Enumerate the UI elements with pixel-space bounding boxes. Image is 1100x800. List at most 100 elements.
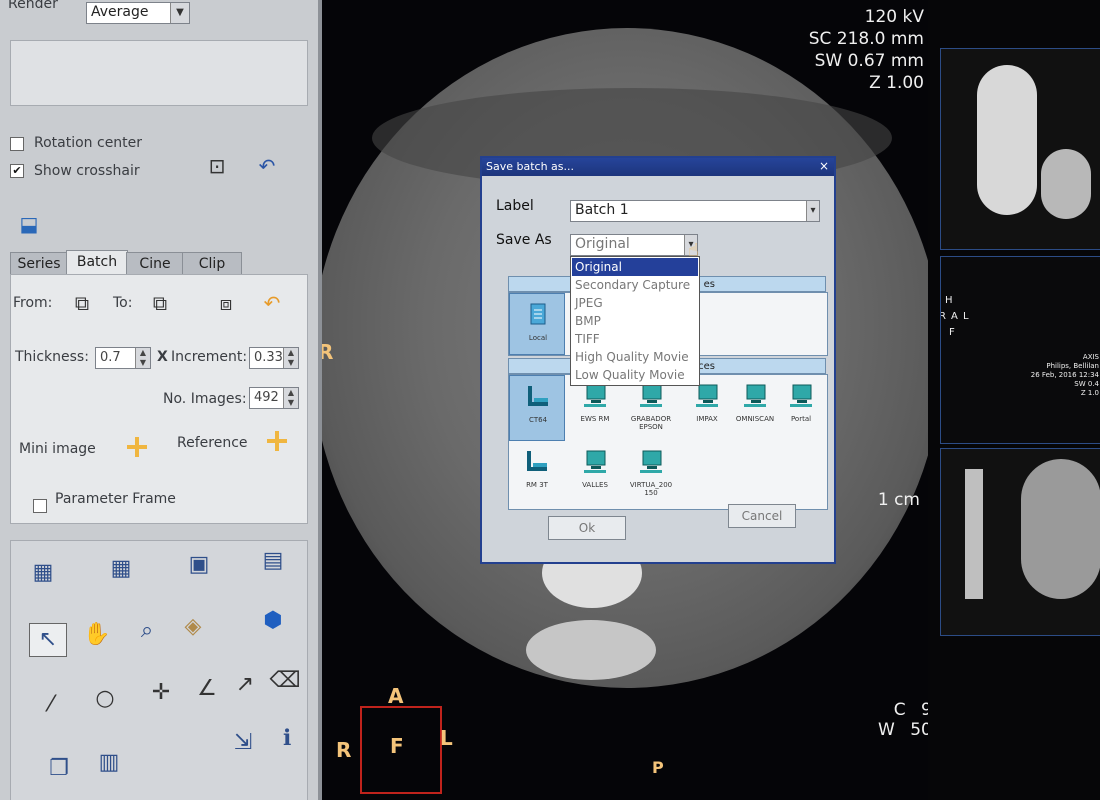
save-as-label: Save As <box>496 232 552 248</box>
overlay-top-right: 120 kV SC 218.0 mm SW 0.67 mm Z 1.00 <box>809 6 924 94</box>
stepper-arrows-icon[interactable]: ▲ ▼ <box>283 348 298 368</box>
show-crosshair-checkbox[interactable]: ✔ <box>10 164 24 178</box>
tool-palette: ▦ ▦ ▣ ▤ ↖ ✋ ⌕ ◈ ⬢ ⁄ ○ ✛ ∠ ↗ ⌫ ❐ ▥ ⇲ ℹ <box>10 540 308 800</box>
to-label: To: <box>113 295 133 311</box>
wl-w-label: W <box>878 720 895 740</box>
stepper-arrows-icon[interactable]: ▲ ▼ <box>135 348 150 368</box>
no-images-stepper[interactable]: 492 ▲ ▼ <box>249 387 299 409</box>
orientation-cube[interactable]: F <box>360 706 442 794</box>
workstation-icon <box>640 450 662 473</box>
workstation-icon <box>584 384 606 407</box>
tab-clip[interactable]: Clip <box>182 252 242 275</box>
thumbnail-coronal[interactable] <box>940 448 1100 636</box>
option-high-quality-movie[interactable]: High Quality Movie <box>572 348 698 366</box>
window-level-readout: C 90 W 500 <box>878 700 928 740</box>
capture-icon[interactable]: ▣ <box>181 549 217 581</box>
save-series-icon[interactable]: ▦ <box>25 557 61 589</box>
right-thumbnail-column: H R A L F AXIS Philips, Bellilan 26 Feb,… <box>928 0 1100 800</box>
times-symbol: X <box>157 349 168 365</box>
layers-icon[interactable]: ❐ <box>41 753 77 785</box>
node-label: RM 3T <box>526 481 548 489</box>
cancel-button[interactable]: Cancel <box>728 504 796 528</box>
print-icon[interactable]: ▤ <box>255 545 291 577</box>
aorta-shape <box>1021 459 1100 599</box>
batch-tab-panel: From: ⧉ To: ⧉ ⧈ ↶ Thickness: 0.7 ▲ ▼ X In… <box>10 274 308 524</box>
remote-header-text: ces <box>698 361 715 372</box>
crosshair-icon[interactable]: ✛ <box>143 677 179 709</box>
node-virtua[interactable]: VIRTUA_200 150 <box>623 441 679 507</box>
node-local[interactable]: Local <box>509 293 565 355</box>
node-label: CT64 <box>528 416 548 424</box>
chevron-down-icon: ▾ <box>806 201 819 221</box>
render-select-value: Average <box>91 4 149 20</box>
angle-icon[interactable]: ∠ <box>189 673 225 705</box>
add-reference-icon[interactable] <box>265 429 289 453</box>
reset-view-icon[interactable]: ↶ <box>254 154 280 178</box>
option-low-quality-movie[interactable]: Low Quality Movie <box>572 366 698 384</box>
eraser-icon[interactable]: ⬓ <box>16 212 42 236</box>
tab-cine[interactable]: Cine <box>126 252 184 275</box>
info-icon[interactable]: ℹ <box>269 723 305 755</box>
tab-batch-label: Batch <box>76 254 118 270</box>
from-label: From: <box>13 295 53 311</box>
slab-range-icon[interactable]: ⧈ <box>213 291 239 315</box>
rotation-center-checkbox[interactable] <box>10 137 24 151</box>
thumbnail-axial-orientation[interactable]: H R A L F AXIS Philips, Bellilan 26 Feb,… <box>940 256 1100 444</box>
save-as-select[interactable]: Original ▾ <box>570 234 698 256</box>
local-header-text: es <box>703 279 715 290</box>
export-icon[interactable]: ⇲ <box>225 727 261 759</box>
to-slice-icon[interactable]: ⧉ <box>147 291 173 315</box>
dialog-titlebar[interactable]: Save batch as... × <box>482 158 834 176</box>
pan-hand-icon[interactable]: ✋ <box>79 619 115 651</box>
node-rm-3t[interactable]: RM 3T <box>509 441 565 507</box>
rotate-3d-icon[interactable]: ⬢ <box>255 605 291 637</box>
wl-w-value: 500 <box>910 720 928 740</box>
close-icon[interactable]: × <box>817 159 831 173</box>
node-portal[interactable]: Portal <box>773 375 829 441</box>
chevron-down-icon: ▼ <box>170 3 189 23</box>
undo-arrow-icon[interactable]: ↶ <box>259 291 285 315</box>
stack-icon[interactable]: ▥ <box>91 747 127 779</box>
scale-label: 1 cm <box>877 490 920 510</box>
node-valles[interactable]: VALLES <box>567 441 623 507</box>
option-tiff[interactable]: TIFF <box>572 330 698 348</box>
wl-c-value: 90 <box>921 700 928 720</box>
stepper-arrows-icon[interactable]: ▲ ▼ <box>283 388 298 408</box>
option-jpeg[interactable]: JPEG <box>572 294 698 312</box>
ruler-line-icon[interactable]: ⁄ <box>33 689 69 721</box>
thumb-info-line: Philips, Bellilan <box>1046 362 1099 370</box>
tab-series[interactable]: Series <box>10 252 68 275</box>
thumb-orient-bottom: F <box>949 327 955 338</box>
thumb-info-line: Z 1.0 <box>1080 389 1099 397</box>
spine-shape <box>526 620 656 680</box>
thumb-info-block: AXIS Philips, Bellilan 26 Feb, 2016 12:3… <box>1031 353 1099 398</box>
render-select[interactable]: Average ▼ <box>86 2 190 24</box>
thickness-stepper[interactable]: 0.7 ▲ ▼ <box>95 347 151 369</box>
window-level-icon[interactable]: ◈ <box>175 611 211 643</box>
ellipse-roi-icon[interactable]: ○ <box>87 683 123 715</box>
label-input[interactable]: Batch 1 ▾ <box>570 200 820 222</box>
thumbnail-sagittal[interactable] <box>940 48 1100 250</box>
tab-batch[interactable]: Batch <box>66 250 128 275</box>
parameter-frame-checkbox[interactable] <box>33 499 47 513</box>
increment-stepper[interactable]: 0.33 ▲ ▼ <box>249 347 299 369</box>
add-mini-image-icon[interactable] <box>125 435 149 459</box>
option-original[interactable]: Original <box>572 258 698 276</box>
workstation-icon <box>744 384 766 407</box>
arrow-annotation-icon[interactable]: ↗ <box>227 669 263 701</box>
cube-left-label: R <box>336 738 352 762</box>
ok-button[interactable]: Ok <box>548 516 626 540</box>
save-batch-icon[interactable]: ▦ <box>103 553 139 585</box>
from-slice-icon[interactable]: ⧉ <box>69 291 95 315</box>
increment-value: 0.33 <box>254 350 283 365</box>
add-slab-icon[interactable]: ⊡ <box>204 154 230 178</box>
option-bmp[interactable]: BMP <box>572 312 698 330</box>
option-secondary-capture[interactable]: Secondary Capture <box>572 276 698 294</box>
no-images-value: 492 <box>254 390 279 405</box>
pointer-tool-icon[interactable]: ↖ <box>29 623 67 657</box>
node-ct64[interactable]: CT64 <box>509 375 565 441</box>
zoom-magnifier-icon[interactable]: ⌕ <box>129 615 165 647</box>
local-drive-icon <box>530 303 546 325</box>
workstation-icon <box>790 384 812 407</box>
erase-annotation-icon[interactable]: ⌫ <box>267 665 303 697</box>
